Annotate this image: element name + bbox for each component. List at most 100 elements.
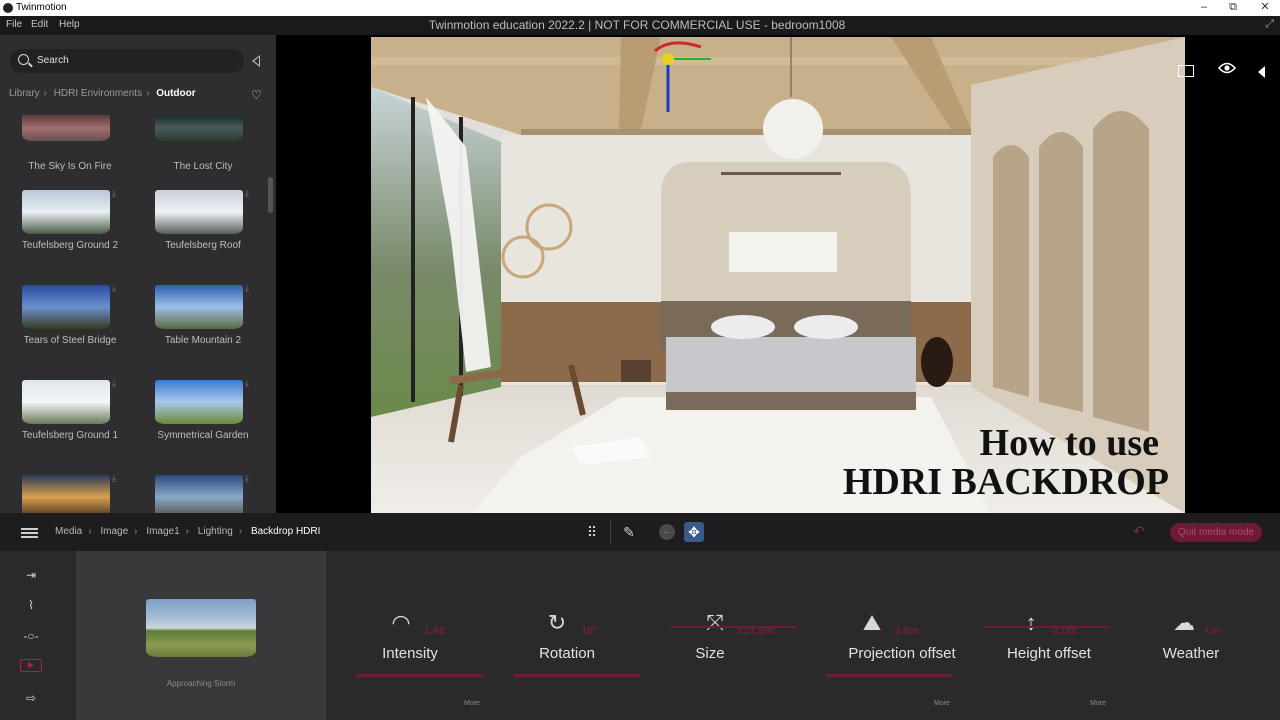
hdri-asset-name: Table Mountain 2 (164, 335, 242, 346)
download-icon[interactable]: ⤓ (112, 473, 116, 484)
height-icon: ↕ (1025, 610, 1037, 635)
hdri-thumbnail[interactable] (146, 599, 256, 657)
intensity-slider[interactable] (357, 674, 483, 677)
download-icon[interactable]: ⤓ (245, 188, 249, 199)
menu-icon[interactable] (21, 528, 38, 538)
size-value: 221.9m (737, 625, 775, 637)
document-title: Twinmotion education 2022.2 | NOT FOR CO… (428, 18, 846, 32)
breadcrumb-lighting[interactable]: Lighting (198, 526, 233, 537)
viewport[interactable]: How to use HDRI BACKDROP (276, 35, 1280, 513)
intensity-value[interactable]: 1.48 (424, 625, 445, 637)
hdri-asset-thumbnail[interactable] (22, 115, 110, 141)
gauge-icon: ◠ (391, 610, 411, 635)
hdri-asset-name: Teufelsberg Roof (165, 240, 241, 251)
move-tool-icon[interactable]: ✥ (684, 522, 704, 542)
download-icon[interactable]: ⤓ (112, 378, 116, 389)
favorite-heart-icon[interactable]: ♡ (251, 88, 262, 102)
restore-button[interactable]: ⧉ (1218, 0, 1248, 16)
side-toolbar: ⇥ ⌇ -○- ▶ ⇨ (0, 551, 76, 720)
rotation-slider[interactable] (514, 674, 640, 677)
hdri-asset-item[interactable]: ⤓ Teufelsberg Ground 2 (12, 188, 132, 285)
overlay-title-line2: HDRI BACKDROP (843, 461, 1169, 503)
height-offset-label: Height offset (1007, 645, 1091, 662)
hdri-asset-name: Symmetrical Garden (157, 430, 249, 441)
param-projection-offset[interactable]: ⛰ 3.0m Projection offset More (810, 551, 990, 720)
hdri-asset-thumbnail[interactable] (22, 380, 110, 424)
param-height-offset[interactable]: ↕ -0.0m Height offset More (975, 551, 1135, 720)
export-icon[interactable]: ⇨ (20, 691, 42, 707)
hdri-asset-name: The Lost City (173, 161, 233, 172)
param-rotation[interactable]: ↻ 18° Rotation (497, 551, 657, 720)
hdri-asset-name: Teufelsberg Ground 1 (21, 430, 119, 441)
search-input[interactable]: Search (10, 49, 244, 73)
os-title-bar: Twinmotion – ⧉ ✕ (0, 0, 1280, 16)
hdri-asset-thumbnail[interactable] (22, 190, 110, 234)
weather-label: Weather (1162, 645, 1220, 662)
weather-cloud-icon: ☁ (1173, 610, 1195, 635)
size-label: Size (695, 645, 725, 662)
hdri-asset-thumbnail[interactable] (155, 115, 243, 141)
library-panel: Search Library › HDRI Environments › Outdo… (0, 35, 276, 519)
projection-offset-slider[interactable] (826, 674, 952, 677)
more-link[interactable]: More (1090, 700, 1106, 707)
breadcrumb-media[interactable]: Media (55, 526, 82, 537)
hdri-asset-name: The Sky Is On Fire (28, 161, 112, 172)
collapse-panel-icon[interactable] (252, 55, 260, 67)
minimize-button[interactable]: – (1189, 0, 1219, 16)
hdri-asset-thumbnail[interactable] (155, 190, 243, 234)
download-icon[interactable]: ⤓ (112, 188, 116, 199)
library-scrollbar[interactable] (268, 177, 273, 213)
more-link[interactable]: More (464, 700, 480, 707)
media-icon[interactable]: ▶ (20, 659, 42, 672)
eyedropper-icon[interactable]: ✎ (619, 522, 639, 542)
menu-bar: File Edit Help Twinmotion education 2022… (0, 16, 1280, 35)
grid-dots-icon[interactable]: ⠿ (582, 522, 602, 542)
bedroom-render-image: How to use HDRI BACKDROP (371, 37, 1185, 513)
hdri-asset-item[interactable]: ⤓ Teufelsberg Ground 1 (12, 378, 132, 475)
param-weather[interactable]: ☁ On Weather (1140, 551, 1280, 720)
fullscreen-icon[interactable]: ⤢ (1265, 18, 1274, 31)
eye-icon[interactable] (1217, 61, 1237, 80)
render-view[interactable]: How to use HDRI BACKDROP (371, 37, 1185, 513)
hdri-asset-item[interactable]: ⤓ Symmetrical Garden (145, 378, 265, 475)
import-icon[interactable]: ⇥ (20, 568, 42, 584)
breadcrumb-outdoor[interactable]: Outdoor (156, 88, 195, 99)
hdri-asset-thumbnail[interactable] (155, 285, 243, 329)
height-offset-disabled-strike (983, 626, 1109, 628)
collapse-right-panel-icon[interactable] (1258, 66, 1265, 78)
breadcrumb-library[interactable]: Library (9, 88, 40, 99)
more-link[interactable]: More (934, 700, 950, 707)
undo-icon[interactable]: ↶ (1133, 523, 1145, 540)
frame-icon[interactable] (1178, 65, 1194, 77)
slider-icon[interactable]: -○- (20, 629, 42, 645)
hdri-asset-thumbnail[interactable] (22, 285, 110, 329)
quit-media-mode-button[interactable]: Quit media mode (1170, 523, 1262, 542)
weather-value[interactable]: On (1205, 625, 1220, 637)
close-button[interactable]: ✕ (1250, 0, 1280, 16)
download-icon[interactable]: ⤓ (245, 473, 249, 484)
back-icon[interactable]: ← (659, 524, 675, 540)
app-logo-icon (3, 3, 13, 13)
hdri-asset-item[interactable]: ⤓ Tears of Steel Bridge (12, 283, 132, 380)
download-icon[interactable]: ⤓ (245, 378, 249, 389)
rotation-value[interactable]: 18° (581, 625, 598, 637)
download-icon[interactable]: ⤓ (245, 283, 249, 294)
size-icon: ⤧ (706, 610, 724, 635)
hdri-asset-name: Tears of Steel Bridge (23, 335, 117, 346)
param-intensity[interactable]: ◠ 1.48 Intensity More (340, 551, 500, 720)
projection-offset-value[interactable]: 3.0m (894, 625, 919, 637)
media-breadcrumb: Media › Image › Image1 › Lighting › Backdrop… (55, 526, 321, 537)
breadcrumb-image1[interactable]: Image1 (146, 526, 179, 537)
path-icon[interactable]: ⌇ (20, 598, 42, 614)
param-size[interactable]: ⤧ 221.9m Size (640, 551, 800, 720)
breadcrumb-image[interactable]: Image (100, 526, 128, 537)
hdri-asset-thumbnail[interactable] (155, 380, 243, 424)
hdri-asset-item[interactable]: ⤓ Teufelsberg Roof (145, 188, 265, 285)
hdri-preview[interactable]: Approaching Storm (76, 551, 326, 720)
intensity-label: Intensity (382, 645, 438, 662)
download-icon[interactable]: ⤓ (112, 283, 116, 294)
overlay-title-line1: How to use (980, 422, 1159, 464)
breadcrumb-hdri[interactable]: HDRI Environments (54, 88, 142, 99)
hdri-asset-item[interactable]: ⤓ Table Mountain 2 (145, 283, 265, 380)
breadcrumb-backdrop-hdri[interactable]: Backdrop HDRI (251, 526, 320, 537)
